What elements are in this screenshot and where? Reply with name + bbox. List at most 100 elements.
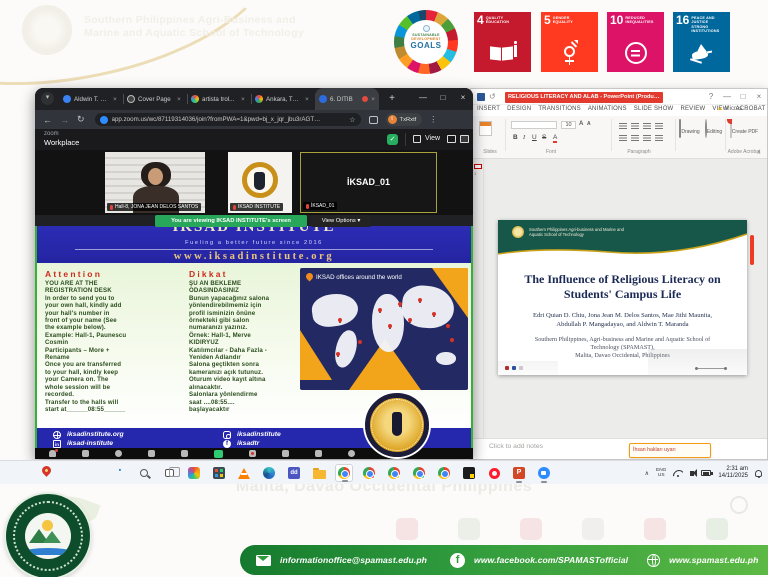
app-dd-button[interactable]: dd: [285, 464, 303, 482]
chrome-profile-3-button[interactable]: [385, 464, 403, 482]
tab-group-icon[interactable]: [369, 116, 378, 124]
menu-design[interactable]: DESIGN: [507, 106, 531, 112]
vlc-button[interactable]: [235, 464, 253, 482]
menu-insert[interactable]: INSERT: [477, 106, 500, 112]
chrome-button-active[interactable]: [335, 464, 353, 482]
battery-icon[interactable]: [701, 470, 711, 476]
line-spacing-button[interactable]: [655, 123, 663, 129]
ppt-maximize-button[interactable]: □: [735, 89, 751, 105]
menu-transitions[interactable]: TRANSITIONS: [538, 106, 581, 112]
start-button[interactable]: [110, 464, 128, 482]
office-app-button[interactable]: [210, 464, 228, 482]
indent-button[interactable]: [643, 123, 651, 129]
undo-icon[interactable]: ↺: [489, 92, 496, 101]
editing-button[interactable]: Editing: [702, 120, 725, 148]
close-tab-icon[interactable]: ×: [241, 96, 245, 103]
share-screen-button[interactable]: [214, 450, 223, 458]
participant-video-3-active[interactable]: İKSAD_01 İKSAD_01: [300, 152, 437, 213]
file-explorer-button[interactable]: [310, 464, 328, 482]
view-button[interactable]: View: [425, 135, 440, 142]
bullets-button[interactable]: [619, 123, 627, 129]
new-tab-button[interactable]: +: [385, 92, 399, 106]
close-tab-icon[interactable]: ×: [305, 96, 309, 103]
ppt-minimize-button[interactable]: —: [719, 89, 735, 105]
wifi-icon[interactable]: [673, 470, 683, 477]
back-button[interactable]: ←: [43, 115, 52, 125]
justify-button[interactable]: [655, 135, 663, 141]
ppt-help-button[interactable]: ?: [703, 89, 719, 105]
chat-button[interactable]: [181, 450, 188, 457]
language-indicator[interactable]: ENG US: [656, 468, 666, 479]
tab-4[interactable]: Ankara, Turk... ×: [251, 88, 315, 110]
close-tab-icon[interactable]: ×: [177, 96, 181, 103]
tray-overflow-button[interactable]: ∧: [645, 470, 649, 477]
slide-1-thumbnail[interactable]: [474, 164, 482, 169]
fullscreen-meeting-icon[interactable]: [460, 135, 469, 143]
drawing-button[interactable]: Drawing: [678, 120, 701, 148]
tab-3[interactable]: artista trol... ×: [187, 88, 251, 110]
slide-authors[interactable]: Edri Quian D. Chiu, Jona Jean M. Delos S…: [498, 312, 747, 329]
new-slide-button[interactable]: [479, 121, 492, 136]
collapse-ribbon-button[interactable]: ∧: [757, 149, 761, 156]
chrome-profile-5-button[interactable]: [435, 464, 453, 482]
close-tab-icon[interactable]: ×: [113, 96, 117, 103]
bookmark-star-icon[interactable]: ☆: [349, 116, 355, 124]
notes-placeholder[interactable]: Click to add notes: [489, 443, 543, 450]
mute-button[interactable]: [49, 450, 56, 457]
photos-app-button[interactable]: [185, 464, 203, 482]
minimize-meeting-icon[interactable]: [447, 135, 456, 143]
zoom-app-button[interactable]: [535, 464, 553, 482]
chrome-profile-2-button[interactable]: [360, 464, 378, 482]
strikethrough-button[interactable]: S: [542, 134, 546, 141]
menu-review[interactable]: REVIEW: [680, 106, 705, 112]
chrome-profile-4-button[interactable]: [410, 464, 428, 482]
menu-animations[interactable]: ANIMATIONS: [588, 106, 627, 112]
participant-video-2[interactable]: IKSAD INSTITUTE: [228, 152, 292, 213]
profile-chip[interactable]: t TxRxtf: [386, 113, 423, 126]
edge-button[interactable]: [260, 464, 278, 482]
ppt-notes-pane[interactable]: Click to add notes İhsan hakları uyarı: [471, 438, 767, 460]
participants-button[interactable]: [148, 450, 155, 457]
tab-5-active[interactable]: 6. DITIB ×: [315, 88, 379, 110]
font-name-box[interactable]: [511, 121, 557, 129]
ppt-close-button[interactable]: ×: [751, 89, 767, 105]
address-bar[interactable]: app.zoom.us/wc/87119314036/join?fromPWA=…: [95, 113, 361, 126]
view-options-button[interactable]: View Options ▾: [311, 215, 371, 227]
grow-font-button[interactable]: A: [579, 121, 583, 127]
security-button[interactable]: [115, 450, 122, 457]
record-button[interactable]: [249, 450, 256, 457]
chrome-maximize-button[interactable]: □: [433, 88, 453, 110]
notes-app-button[interactable]: [460, 464, 478, 482]
shrink-font-button[interactable]: A: [587, 121, 591, 127]
opera-button[interactable]: [485, 464, 503, 482]
more-button[interactable]: [348, 450, 355, 457]
activation-warning[interactable]: ▲ Micros...: [717, 106, 747, 112]
pinned-widget-icon[interactable]: [40, 464, 53, 477]
ppt-titlebar[interactable]: ↺ RELIGIOUS LITERACY AND ALAB - PowerPoi…: [471, 89, 767, 105]
reload-button[interactable]: ↻: [77, 114, 85, 125]
browser-menu-button[interactable]: ⋮: [429, 115, 437, 124]
search-button[interactable]: [135, 464, 153, 482]
ppt-scrollbar-thumb[interactable]: [750, 235, 754, 265]
close-tab-icon[interactable]: ×: [371, 96, 375, 103]
align-left-button[interactable]: [619, 135, 627, 141]
font-size-box[interactable]: 10: [561, 121, 576, 129]
title-slide[interactable]: Southern Philippines Agri-business and M…: [498, 220, 747, 375]
tab-1[interactable]: Aldwin T. M... ×: [59, 88, 123, 110]
tab-search-button[interactable]: ▾: [41, 92, 54, 105]
save-icon[interactable]: [477, 93, 485, 101]
create-pdf-button[interactable]: Create PDF: [728, 120, 760, 148]
bold-button[interactable]: B: [513, 134, 518, 141]
task-view-button[interactable]: [160, 464, 178, 482]
align-right-button[interactable]: [643, 135, 651, 141]
apps-button[interactable]: [315, 450, 322, 457]
forward-button[interactable]: →: [60, 115, 69, 125]
tab-2[interactable]: Cover Page ×: [123, 88, 187, 110]
menu-slideshow[interactable]: SLIDE SHOW: [634, 106, 674, 112]
meeting-security-icon[interactable]: ✓: [387, 134, 398, 145]
numbering-button[interactable]: [631, 123, 639, 129]
reactions-button[interactable]: [282, 450, 289, 457]
clock[interactable]: 2:31 am 14/11/2025: [718, 466, 748, 480]
italic-button[interactable]: I: [523, 134, 525, 141]
slide-title[interactable]: The Influence of Religious Literacy on S…: [498, 272, 747, 302]
